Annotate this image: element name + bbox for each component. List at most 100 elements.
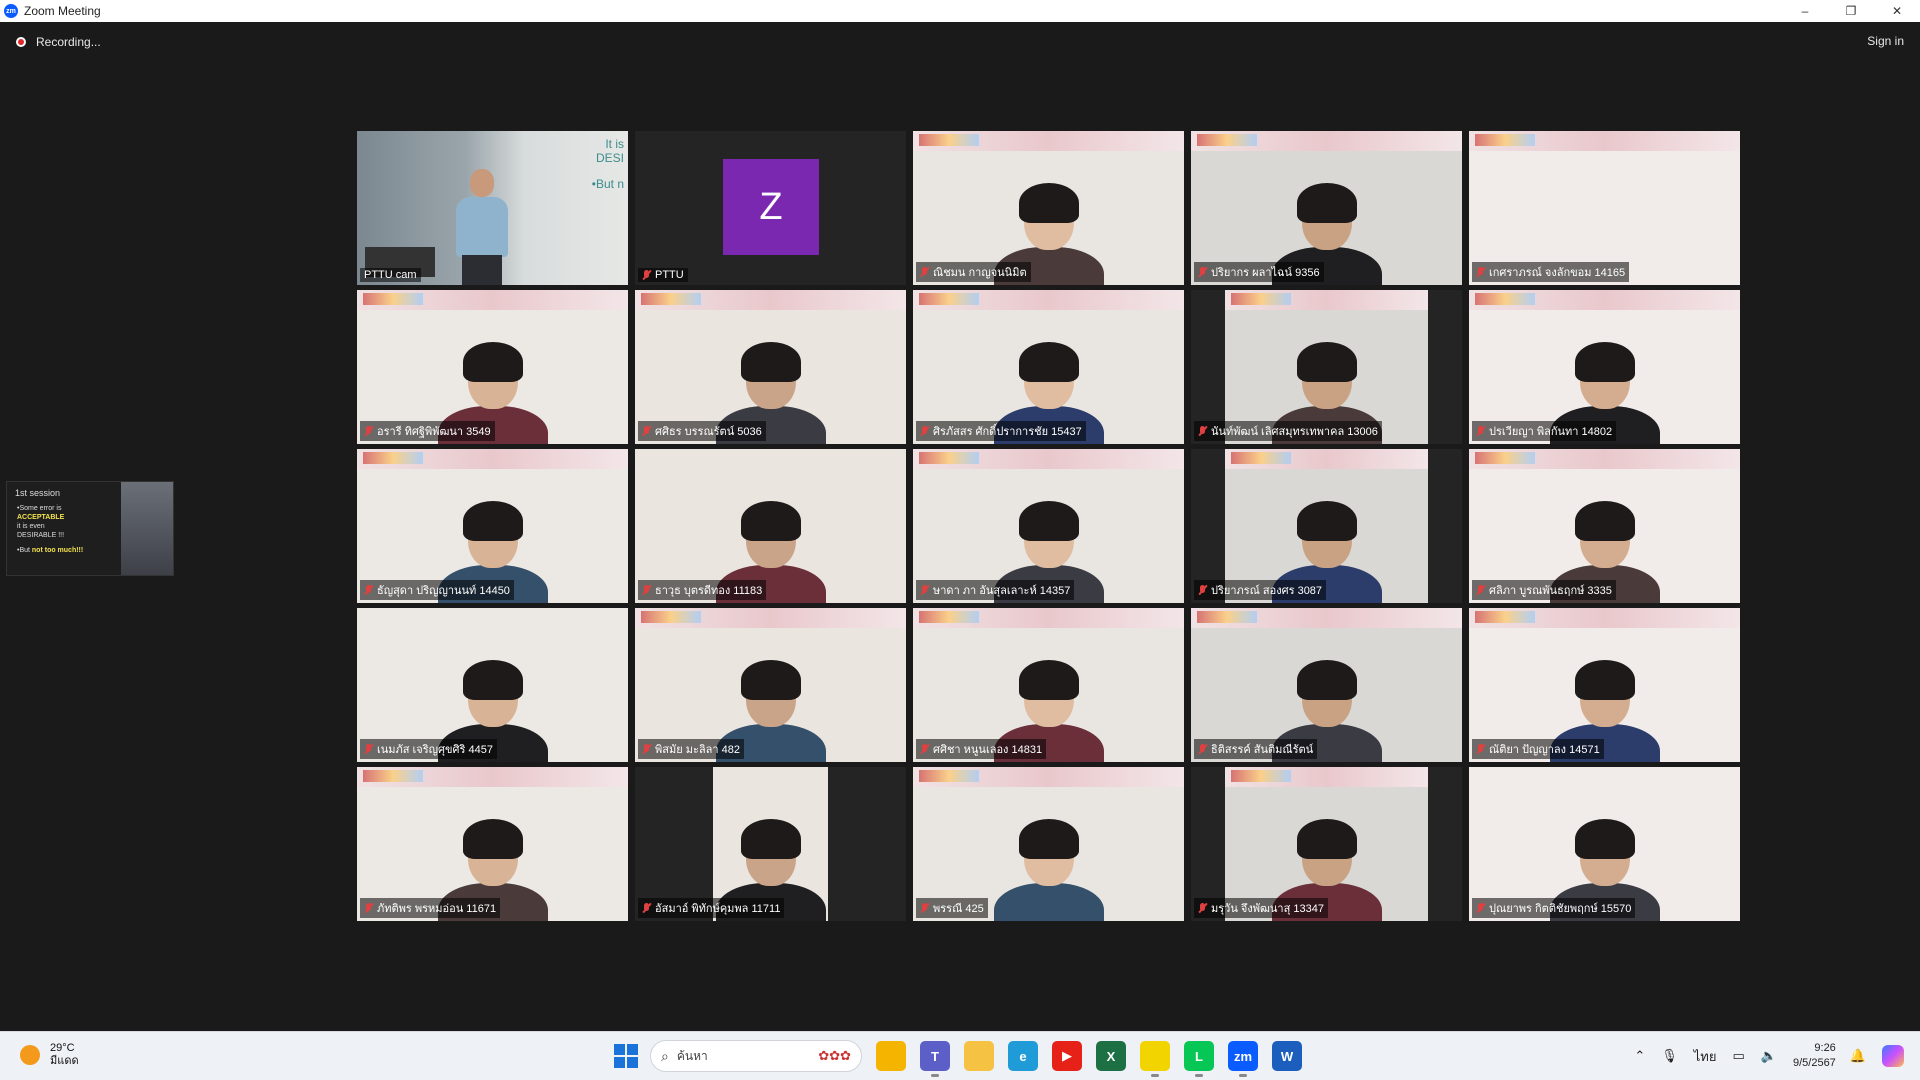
folder-icon[interactable] bbox=[964, 1041, 994, 1071]
participant-name: อรารี ทิศฐิพิพัฒนา 3549 bbox=[377, 426, 491, 438]
muted-microphone-icon bbox=[1198, 902, 1207, 914]
volume-icon[interactable]: 🔈 bbox=[1761, 1048, 1777, 1064]
participant-nameplate: ปริยากร ผลาไฉน์ 9356 bbox=[1194, 262, 1324, 282]
participant-tile[interactable]: ณิชมน กาญจนนิมิต bbox=[913, 131, 1184, 285]
participant-name: พรรณี 425 bbox=[933, 903, 984, 915]
clock[interactable]: 9:26 9/5/2567 bbox=[1793, 1041, 1836, 1071]
virtual-background-banner bbox=[913, 608, 1184, 628]
participant-tile[interactable]: ษาดา ภา อันสุลเลาะห์ 14357 bbox=[913, 449, 1184, 603]
participant-nameplate: เนมภัส เจริญศุขศิริ 4457 bbox=[360, 739, 497, 759]
sticky-notes-icon[interactable] bbox=[1140, 1041, 1170, 1077]
participant-name: PTTU bbox=[655, 269, 684, 281]
chevron-up-icon[interactable]: ⌃ bbox=[1634, 1048, 1645, 1064]
notification-bell-icon[interactable]: 🔔 bbox=[1850, 1048, 1866, 1064]
participant-tile[interactable]: ศิรภัสสร ศักดิ์ปราการชัย 15437 bbox=[913, 290, 1184, 444]
taskbar-center: ⌕ ค้นหา ✿✿✿ Te ▶ X Lzm W bbox=[614, 1040, 1302, 1077]
microphone-icon[interactable]: 🎙 bbox=[1661, 1048, 1678, 1064]
thumb-session-title: 1st session bbox=[15, 488, 61, 498]
participant-tile[interactable]: ปริยากร ผลาไฉน์ 9356 bbox=[1191, 131, 1462, 285]
participant-nameplate: ปรเวียญา พิลกันทา 14802 bbox=[1472, 421, 1617, 441]
participant-tile[interactable]: อรารี ทิศฐิพิพัฒนา 3549 bbox=[357, 290, 628, 444]
participant-tile[interactable]: นันท์พัฒน์ เลิศสมุทรเทพาคล 13006 bbox=[1191, 290, 1462, 444]
line-icon[interactable]: L bbox=[1184, 1041, 1214, 1077]
youtube-icon[interactable]: ▶ bbox=[1052, 1041, 1082, 1071]
muted-microphone-icon bbox=[642, 743, 651, 755]
language-indicator[interactable]: ไทย bbox=[1694, 1046, 1717, 1067]
participant-name: ภัทติพร พรหมอ่อน 11671 bbox=[377, 903, 497, 915]
participant-tile[interactable]: ธิติสรรค์ สันติมณีรัตน์ bbox=[1191, 608, 1462, 762]
presenter-slide-line: It is bbox=[605, 137, 624, 151]
teams-icon[interactable]: T bbox=[920, 1041, 950, 1077]
participant-tile[interactable]: เกศราภรณ์ จงลักขอม 14165 bbox=[1469, 131, 1740, 285]
virtual-background-banner bbox=[1191, 131, 1462, 151]
muted-microphone-icon bbox=[642, 269, 651, 281]
copilot-icon[interactable] bbox=[1882, 1045, 1904, 1067]
participant-figure bbox=[989, 801, 1109, 921]
network-icon[interactable]: ▭ bbox=[1733, 1048, 1745, 1064]
muted-microphone-icon bbox=[1198, 266, 1207, 278]
system-tray: ⌃ 🎙 ไทย ▭ 🔈 9:26 9/5/2567 🔔 bbox=[1634, 1032, 1920, 1080]
clock-time: 9:26 bbox=[1814, 1042, 1836, 1054]
participant-tile[interactable]: ศศิชา หนูนเลอง 14831 bbox=[913, 608, 1184, 762]
shared-screen-thumbnail[interactable]: 1st session •Some error is ACCEPTABLE it… bbox=[6, 481, 174, 576]
participant-tile[interactable]: ธัญสุดา ปริญญานนท์ 14450 bbox=[357, 449, 628, 603]
participant-nameplate: ศศิธร บรรณรัตน์ 5036 bbox=[638, 421, 766, 441]
participant-tile[interactable]: ภัทติพร พรหมอ่อน 11671 bbox=[357, 767, 628, 921]
participant-tile[interactable]: มรุวัน จึงพัฒนาสุ 13347 bbox=[1191, 767, 1462, 921]
participant-tile[interactable]: ปริยาภรณ์ สองศร 3087 bbox=[1191, 449, 1462, 603]
muted-microphone-icon bbox=[920, 266, 929, 278]
participant-name: ณัติยา ปัญญาลง 14571 bbox=[1489, 744, 1600, 756]
participant-name: ปริยาภรณ์ สองศร 3087 bbox=[1211, 585, 1323, 597]
muted-microphone-icon bbox=[1476, 425, 1485, 437]
participant-tile[interactable]: Z PTTU bbox=[635, 131, 906, 285]
participant-tile[interactable]: ปรเวียญา พิลกันทา 14802 bbox=[1469, 290, 1740, 444]
participant-name: พิสมัย มะลิลา 482 bbox=[655, 744, 740, 756]
window-title-bar: zm Zoom Meeting – ❐ ✕ bbox=[0, 0, 1920, 22]
muted-microphone-icon bbox=[920, 584, 929, 596]
participant-tile[interactable]: เนมภัส เจริญศุขศิริ 4457 bbox=[357, 608, 628, 762]
file-explorer-icon[interactable] bbox=[876, 1041, 906, 1071]
clock-date: 9/5/2567 bbox=[1792, 1057, 1836, 1069]
participant-nameplate: PTTU bbox=[638, 268, 688, 282]
participant-tile[interactable]: อัสมาอ์ พิทักษ์คุมพล 11711 bbox=[635, 767, 906, 921]
participant-nameplate: ธิติสรรค์ สันติมณีรัตน์ bbox=[1194, 739, 1318, 759]
participant-nameplate: พิสมัย มะลิลา 482 bbox=[638, 739, 744, 759]
edge-icon[interactable]: e bbox=[1008, 1041, 1038, 1071]
participant-tile[interactable]: It is DESI •But n PTTU cam bbox=[357, 131, 628, 285]
participant-nameplate: นันท์พัฒน์ เลิศสมุทรเทพาคล 13006 bbox=[1194, 421, 1382, 441]
pinned-apps: Te ▶ X Lzm W bbox=[862, 1041, 1302, 1077]
participant-tile[interactable]: พิสมัย มะลิลา 482 bbox=[635, 608, 906, 762]
thumb-line: it is even bbox=[17, 523, 45, 530]
participant-tile[interactable]: ณัติยา ปัญญาลง 14571 bbox=[1469, 608, 1740, 762]
recording-indicator[interactable]: Recording... bbox=[10, 30, 101, 54]
participant-name: ธิติสรรค์ สันติมณีรัตน์ bbox=[1211, 744, 1314, 756]
participant-tile[interactable]: พรรณี 425 bbox=[913, 767, 1184, 921]
participant-tile[interactable]: ธาวุธ บุตรดีทอง 11183 bbox=[635, 449, 906, 603]
weather-widget[interactable]: 29°C มีแดด bbox=[20, 1042, 79, 1068]
restore-button[interactable]: ❐ bbox=[1828, 0, 1874, 22]
word-icon[interactable]: W bbox=[1272, 1041, 1302, 1071]
participant-name: ศิรภัสสร ศักดิ์ปราการชัย 15437 bbox=[933, 426, 1082, 438]
minimize-button[interactable]: – bbox=[1782, 0, 1828, 22]
virtual-background-banner bbox=[913, 290, 1184, 310]
muted-microphone-icon bbox=[1198, 743, 1207, 755]
participant-nameplate: PTTU cam bbox=[360, 268, 421, 282]
participant-tile[interactable]: ศศิธร บรรณรัตน์ 5036 bbox=[635, 290, 906, 444]
participant-nameplate: ศศิชา หนูนเลอง 14831 bbox=[916, 739, 1047, 759]
participant-nameplate: เกศราภรณ์ จงลักขอม 14165 bbox=[1472, 262, 1630, 282]
start-button[interactable] bbox=[614, 1044, 638, 1068]
participant-tile[interactable]: ศลิภา บูรณพันธฤกษ์ 3335 bbox=[1469, 449, 1740, 603]
taskbar-search[interactable]: ⌕ ค้นหา ✿✿✿ bbox=[650, 1040, 862, 1072]
participant-nameplate: ศิรภัสสร ศักดิ์ปราการชัย 15437 bbox=[916, 421, 1086, 441]
virtual-background-banner bbox=[357, 290, 628, 310]
sign-in-button[interactable]: Sign in bbox=[1867, 34, 1904, 48]
participant-name: ษาดา ภา อันสุลเลาะห์ 14357 bbox=[933, 585, 1071, 597]
muted-microphone-icon bbox=[1476, 743, 1485, 755]
virtual-background-banner bbox=[1469, 131, 1740, 151]
close-button[interactable]: ✕ bbox=[1874, 0, 1920, 22]
participant-tile[interactable]: ปุณยาพร กิตติชัยพฤกษ์ 15570 bbox=[1469, 767, 1740, 921]
excel-icon[interactable]: X bbox=[1096, 1041, 1126, 1071]
zoom-icon[interactable]: zm bbox=[1228, 1041, 1258, 1077]
zoom-app-icon: zm bbox=[4, 4, 18, 18]
participant-name: ณิชมน กาญจนนิมิต bbox=[933, 267, 1027, 279]
